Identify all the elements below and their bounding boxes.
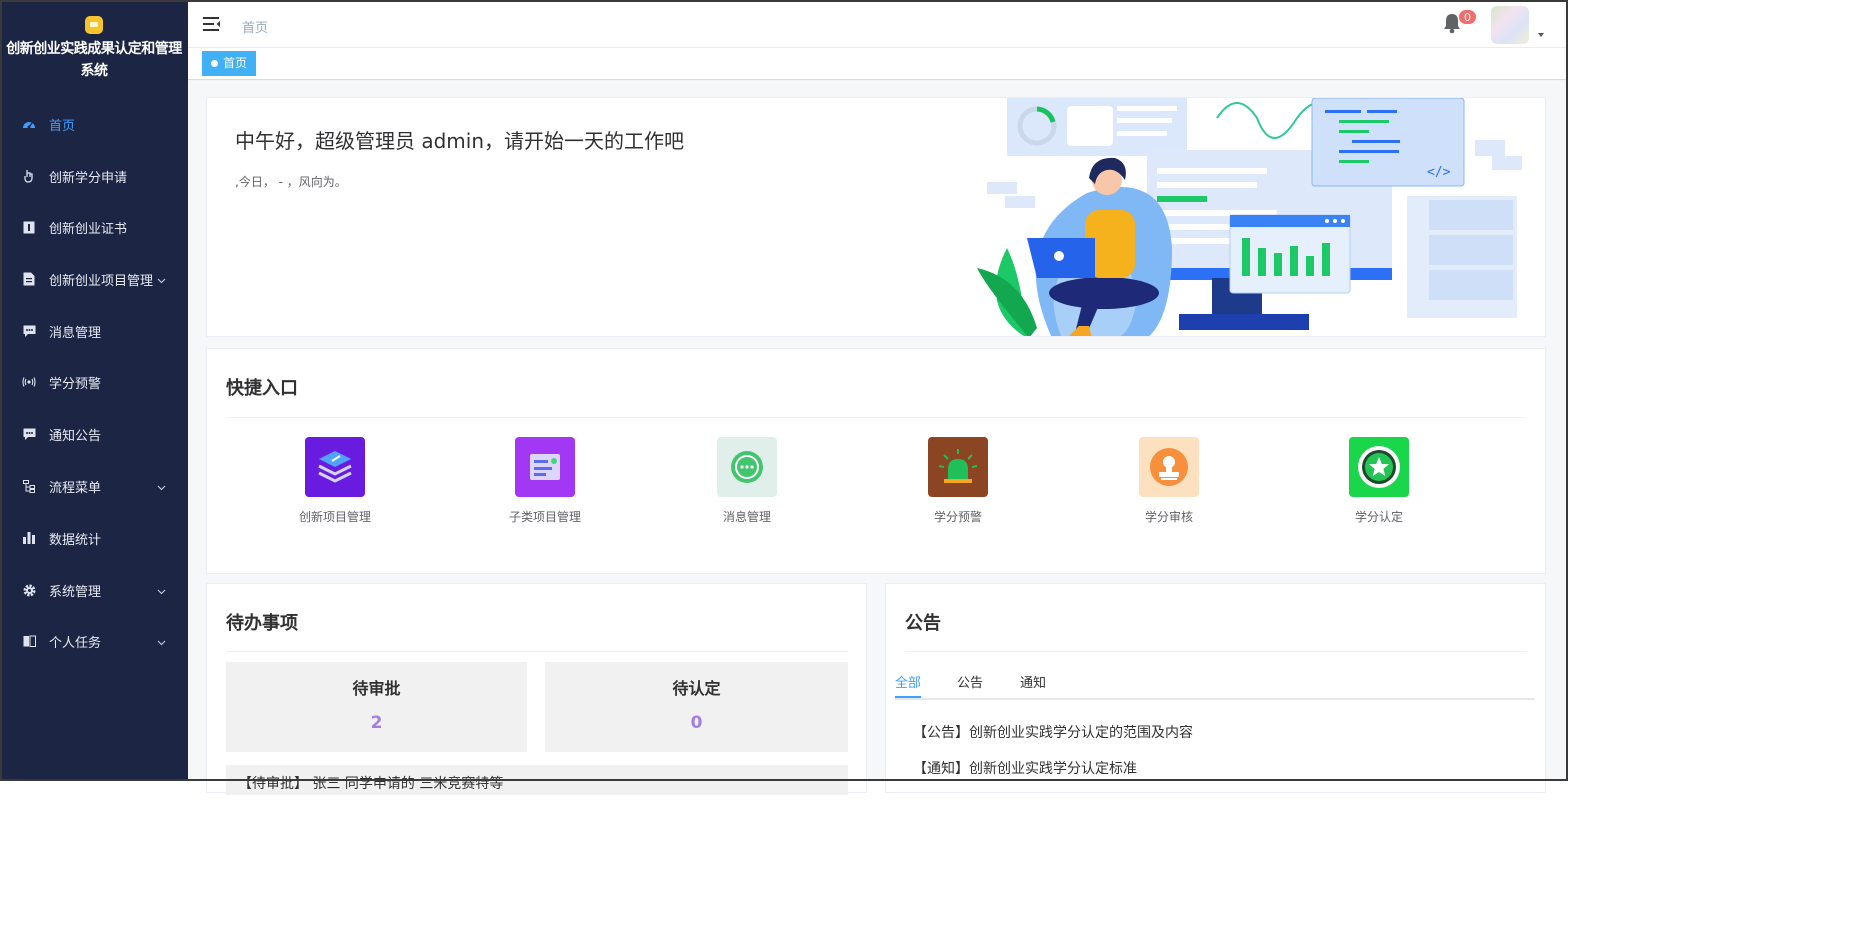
- notice-title: 公告: [905, 613, 941, 634]
- sidebar-item-notice[interactable]: 通知公告: [0, 414, 188, 454]
- notice-tabs: 全部 公告 通知: [895, 668, 1535, 700]
- quick-entry-innovation-project[interactable]: 创新项目管理: [275, 437, 395, 525]
- board-icon: [515, 437, 575, 497]
- star-badge-icon: [1349, 437, 1409, 497]
- svg-text:</>: </>: [1427, 165, 1451, 180]
- gear-icon: [22, 583, 36, 597]
- notice-panel: 公告 全部 公告 通知 【公告】创新创业实践学分认定的范围及内容 【通知】创新创…: [885, 583, 1546, 793]
- tag-home[interactable]: 首页: [202, 51, 257, 76]
- office-illustration: </>: [977, 98, 1522, 336]
- book-icon: [22, 634, 36, 648]
- pending-certify-count: 0: [690, 713, 703, 733]
- sidebar-item-personal-tasks[interactable]: 个人任务: [0, 621, 188, 661]
- todo-title: 待办事项: [226, 613, 298, 634]
- chevron-down-icon: [157, 273, 166, 288]
- notice-item[interactable]: 【通知】创新创业实践学分认定标准: [913, 758, 1137, 778]
- tree-icon: [22, 479, 36, 493]
- notice-item[interactable]: 【公告】创新创业实践学分认定的范围及内容: [913, 722, 1193, 742]
- quick-entry-messages[interactable]: 消息管理: [687, 437, 807, 525]
- bar-chart-icon: [22, 531, 36, 545]
- quick-entry-panel: 快捷入口 创新项目管理 子类项目管理 消息管理 学分预警 学分审核 学分认定: [206, 348, 1546, 574]
- sidebar-item-system[interactable]: 系统管理: [0, 570, 188, 610]
- sidebar-item-credit-apply[interactable]: 创新学分申请: [0, 156, 188, 196]
- quick-entry-credit-certify[interactable]: 学分认定: [1319, 437, 1439, 525]
- tags-view-bar: 首页: [188, 48, 1566, 80]
- dashboard-icon: [22, 117, 36, 131]
- sidebar-item-project-management[interactable]: 创新创业项目管理: [0, 259, 188, 299]
- chevron-down-icon: [157, 584, 166, 599]
- tab-all[interactable]: 全部: [895, 672, 921, 691]
- notification-badge: 0: [1458, 9, 1477, 25]
- message-bubble-icon: [717, 437, 777, 497]
- tab-notification[interactable]: 通知: [1020, 672, 1046, 691]
- sidebar-item-messages[interactable]: 消息管理: [0, 311, 188, 351]
- menu-toggle-icon[interactable]: [203, 16, 221, 32]
- stamp-icon: [1139, 437, 1199, 497]
- caret-down-icon[interactable]: [1538, 33, 1544, 37]
- sidebar-item-statistics[interactable]: 数据统计: [0, 518, 188, 558]
- layers-icon: [305, 437, 365, 497]
- quick-entry-subproject[interactable]: 子类项目管理: [485, 437, 605, 525]
- quick-entry-credit-warning[interactable]: 学分预警: [898, 437, 1018, 525]
- app-title: 创新创业实践成果认定和管理系统: [6, 41, 182, 79]
- quick-entry-credit-review[interactable]: 学分审核: [1109, 437, 1229, 525]
- pending-certify-card[interactable]: 待认定 0: [545, 662, 848, 752]
- main-content: 中午好，超级管理员 admin，请开始一天的工作吧 ,今日， - ，风向为。 <…: [188, 81, 1566, 795]
- sidebar: 创新创业实践成果认定和管理系统 首页 创新学分申请 创新创业证书 创新创业项目管…: [0, 0, 188, 781]
- chat-icon: [22, 427, 36, 441]
- weather-line: ,今日， - ，风向为。: [235, 175, 347, 189]
- sidebar-item-credit-warning[interactable]: 学分预警: [0, 362, 188, 402]
- pending-approval-count: 2: [370, 713, 383, 733]
- todo-panel: 待办事项 待审批 2 待认定 0 【待审批】 张三 同学申请的 三米竞赛特等: [206, 583, 867, 795]
- chevron-down-icon: [157, 480, 166, 495]
- todo-list-item[interactable]: 【待审批】 张三 同学申请的 三米竞赛特等: [226, 765, 848, 795]
- certificate-icon: [22, 220, 36, 234]
- divider: [226, 651, 848, 652]
- divider: [226, 417, 1526, 418]
- active-tab-indicator: [895, 696, 921, 698]
- sidebar-item-workflow[interactable]: 流程菜单: [0, 466, 188, 506]
- tab-announcement[interactable]: 公告: [957, 672, 983, 691]
- quick-entry-title: 快捷入口: [226, 378, 298, 399]
- greeting-text: 中午好，超级管理员 admin，请开始一天的工作吧: [235, 129, 685, 153]
- breadcrumb[interactable]: 首页: [242, 17, 268, 36]
- welcome-panel: 中午好，超级管理员 admin，请开始一天的工作吧 ,今日， - ，风向为。 <…: [206, 97, 1546, 337]
- logo-icon: [85, 16, 103, 34]
- divider: [905, 651, 1527, 652]
- chevron-down-icon: [157, 635, 166, 650]
- document-icon: [22, 272, 36, 286]
- hand-pointer-icon: [22, 169, 36, 183]
- chat-icon: [22, 324, 36, 338]
- broadcast-icon: [22, 375, 36, 389]
- top-navbar: 首页 0: [188, 2, 1566, 48]
- sidebar-item-home[interactable]: 首页: [0, 104, 188, 144]
- alarm-light-icon: [928, 437, 988, 497]
- active-dot-icon: [211, 60, 218, 67]
- pending-approval-card[interactable]: 待审批 2: [226, 662, 527, 752]
- sidebar-item-certificate[interactable]: 创新创业证书: [0, 207, 188, 247]
- avatar[interactable]: [1491, 6, 1529, 44]
- sidebar-logo[interactable]: 创新创业实践成果认定和管理系统: [0, 0, 188, 95]
